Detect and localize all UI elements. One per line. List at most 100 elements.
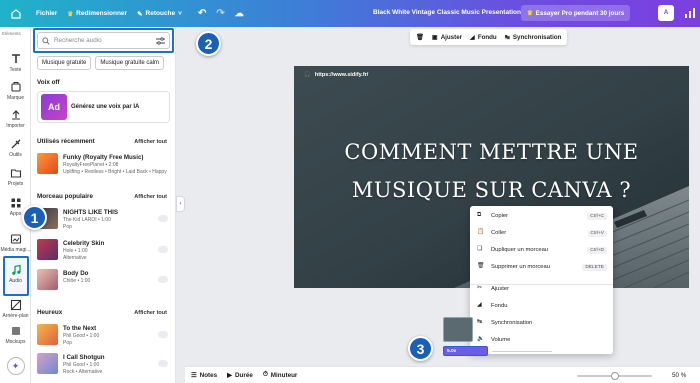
ai-voice-thumbnail: Ad <box>41 94 67 120</box>
zoom-slider-handle[interactable] <box>610 372 619 380</box>
voice-section-title: Voix off <box>37 79 60 86</box>
popular-section-title: Morceau populaire <box>37 193 93 200</box>
menu-item-duplicate[interactable]: ❏ Dupliquer un morceau Ctrl+D <box>470 243 613 257</box>
cloud-save-icon[interactable]: ☁ <box>235 8 244 19</box>
mockups-icon <box>11 327 20 335</box>
step-badge-2: 2 <box>196 31 221 56</box>
track-title: NIGHTS LIKE THIS <box>63 209 119 216</box>
menu-item-label: Dupliquer un morceau <box>491 247 549 253</box>
rail-item-projects[interactable]: Projets <box>0 167 31 187</box>
document-title[interactable]: Black White Vintage Classic Music Presen… <box>373 9 521 16</box>
zoom-slider[interactable] <box>577 372 652 380</box>
duration-label: Durée <box>235 371 253 379</box>
file-menu[interactable]: Fichier <box>36 10 57 17</box>
track-artist: RoyaltyFreePlanet • 2:08 <box>63 162 119 168</box>
rail-label: Arrière-plan <box>2 313 29 319</box>
list-item[interactable]: To the Next Phil Good • 1:00 Pop <box>37 324 170 352</box>
list-item[interactable]: Celebrity Skin Hole • 1:00 Alternative <box>37 239 170 267</box>
play-icon: ▶ <box>227 371 232 379</box>
undo-button[interactable]: ↶ <box>198 8 206 19</box>
home-icon[interactable] <box>6 4 26 24</box>
menu-item-adjust[interactable]: ✂ Ajuster <box>470 282 613 296</box>
menu-item-fade[interactable]: ◢ Fondu <box>470 299 613 313</box>
track-artwork <box>37 324 58 345</box>
trash-icon: 🗑 <box>477 263 485 269</box>
adjust-label: Ajuster <box>440 33 463 41</box>
headline-line-2[interactable]: MUSIQUE SUR CANVA ? <box>294 178 689 202</box>
track-title: Funky (Royalty Free Music) <box>63 154 144 161</box>
collapse-panel-button[interactable]: ‹ <box>176 196 185 212</box>
track-title: Body Do <box>63 270 89 277</box>
try-pro-button[interactable]: ♛ Essayer Pro pendant 30 jours <box>521 5 631 21</box>
try-pro-label: Essayer Pro pendant 30 jours <box>535 9 625 17</box>
list-item[interactable]: I Call Shotgun Phil Good • 1:00 Rock • A… <box>37 353 170 381</box>
timer-button[interactable]: ⏱ Minuteur <box>263 371 298 379</box>
menu-item-paste[interactable]: 📋 Coller Ctrl+V <box>470 226 613 240</box>
redo-button[interactable]: ↷ <box>216 8 224 19</box>
menu-item-volume[interactable]: 🔈 Volume <box>470 333 613 347</box>
delete-button[interactable]: 🗑 <box>416 33 424 41</box>
edit-icon: ✎ <box>137 10 143 18</box>
rail-item-magic-media[interactable]: Média magi... <box>0 233 31 253</box>
rail-item-brand[interactable]: Marque <box>0 81 31 101</box>
fade-button[interactable]: ◢ Fondu <box>470 34 497 41</box>
chip-free-calm-music[interactable]: Musique gratuite calm <box>95 56 165 70</box>
happy-show-all-link[interactable]: Afficher tout <box>134 310 167 316</box>
list-item[interactable]: Body Do Chlöe • 1:00 <box>37 269 170 297</box>
folder-icon <box>10 169 21 178</box>
rail-item-text[interactable]: Texte <box>0 53 31 73</box>
track-tags: Alternative <box>63 255 87 261</box>
menu-item-sync[interactable]: ↹ Synchronisation <box>470 316 613 330</box>
rail-item-audio[interactable]: Audio <box>0 264 31 284</box>
timeline-track <box>492 351 552 352</box>
tools-icon <box>11 139 20 149</box>
page-thumbnail[interactable] <box>443 317 473 342</box>
analytics-icon[interactable] <box>683 6 697 20</box>
menu-item-copy[interactable]: ⧉ Copier Ctrl+C <box>470 209 613 223</box>
adjust-button[interactable]: ▣ Ajuster <box>432 34 462 41</box>
rail-item-tools[interactable]: Outils <box>0 138 31 158</box>
ai-voice-card[interactable]: Ad Générez une voix par IA <box>37 91 170 123</box>
audio-panel: Recherche audio Musique gratuite Musique… <box>31 27 176 383</box>
background-icon <box>10 299 21 311</box>
rail-item-upload[interactable]: Importer <box>0 109 31 129</box>
audio-duration: 5.0s <box>447 348 457 354</box>
recent-show-all-link[interactable]: Afficher tout <box>134 139 167 145</box>
ai-voice-label: Générez une voix par IA <box>71 104 140 110</box>
notes-button[interactable]: ☰ Notes <box>191 372 217 379</box>
resize-button[interactable]: ♛ Redimensionner <box>67 10 127 18</box>
menu-item-delete[interactable]: 🗑 Supprimer un morceau DELETE <box>470 260 613 274</box>
rail-label: Audio <box>9 278 22 284</box>
pro-badge-icon <box>158 276 168 283</box>
sync-button[interactable]: ↹ Synchronisation <box>505 34 562 41</box>
magic-assistant-button[interactable]: ✦ <box>0 357 31 375</box>
sync-icon: ↹ <box>504 33 510 41</box>
rail-label: Marque <box>7 95 24 101</box>
track-title: I Call Shotgun <box>63 354 105 361</box>
list-item[interactable]: Funky (Royalty Free Music) RoyaltyFreePl… <box>37 153 170 181</box>
menu-item-label: Copier <box>491 213 509 219</box>
headline-line-1[interactable]: COMMENT METTRE UNE <box>294 140 689 164</box>
rail-item-mockups[interactable]: Mockups <box>0 325 31 345</box>
menu-item-label: Ajuster <box>491 286 510 292</box>
step-badge-3: 3 <box>408 336 433 361</box>
chip-free-music[interactable]: Musique gratuite <box>37 56 92 70</box>
timer-label: Minuteur <box>270 371 298 379</box>
duration-button[interactable]: ▶ Durée <box>227 372 253 379</box>
zoom-value[interactable]: 50 % <box>672 372 686 379</box>
list-item[interactable]: NIGHTS LIKE THIS The Kid LAROI • 1:00 Po… <box>37 208 170 236</box>
edit-menu[interactable]: ✎ Retouche ˅ <box>137 10 182 18</box>
rail-item-background[interactable]: Arrière-plan <box>0 299 31 319</box>
rail-label: Outils <box>9 152 22 158</box>
crown-icon: ♛ <box>67 10 74 18</box>
rail-item-elements[interactable]: Eléments <box>2 31 21 36</box>
avatar[interactable]: A <box>658 5 674 21</box>
sync-icon: ↹ <box>477 319 482 325</box>
edit-label: Retouche <box>145 10 176 17</box>
rail-label: Importer <box>6 123 25 129</box>
audio-track-clip[interactable]: 5.0s <box>443 346 488 356</box>
popular-show-all-link[interactable]: Afficher tout <box>134 194 167 200</box>
text-icon <box>11 54 20 63</box>
volume-icon: 🔈 <box>477 336 485 342</box>
crown-icon: ♛ <box>527 9 533 17</box>
